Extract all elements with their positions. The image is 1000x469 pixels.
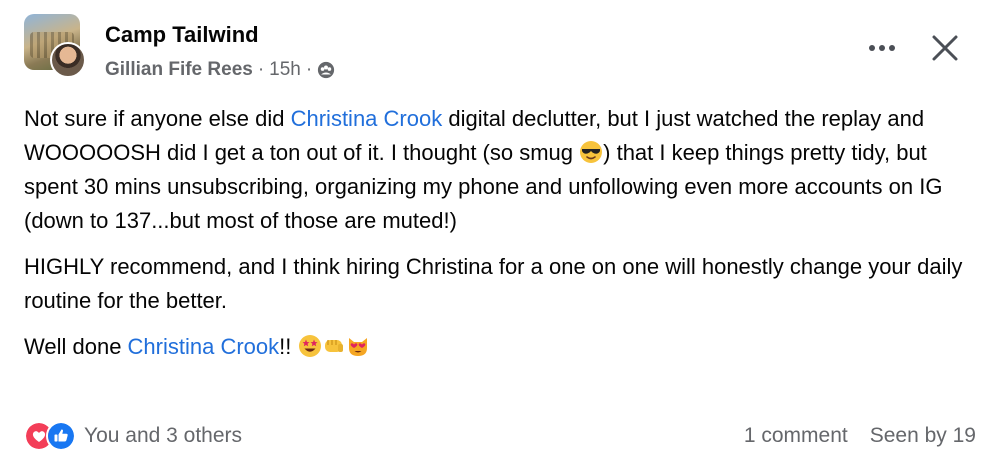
group-members-icon[interactable] [317, 61, 335, 79]
meta-separator: · [257, 59, 265, 80]
mention-christina-crook[interactable]: Christina Crook [291, 106, 443, 131]
post-meta: Gillian Fife Rees · 15h · [105, 59, 335, 81]
close-icon [932, 35, 958, 61]
author-avatar[interactable] [50, 42, 86, 78]
post-paragraph-1: Not sure if anyone else did Christina Cr… [24, 106, 943, 233]
more-options-icon [869, 45, 875, 51]
author-name-link[interactable]: Gillian Fife Rees [105, 59, 253, 81]
meta-separator: · [305, 59, 313, 80]
close-button[interactable] [925, 28, 965, 68]
more-options-button[interactable] [862, 32, 902, 64]
post-paragraph-2: HIGHLY recommend, and I think hiring Chr… [24, 254, 963, 313]
sunglasses-emoji [580, 141, 603, 163]
reactions-summary[interactable]: You and 3 others [24, 421, 242, 451]
heart-eyes-cat-emoji [348, 338, 367, 356]
like-reaction-icon [46, 421, 76, 451]
group-post: Camp Tailwind Gillian Fife Rees · 15h · … [0, 0, 1000, 469]
reactions-text[interactable]: You and 3 others [84, 424, 242, 448]
comment-count-link[interactable]: 1 comment [744, 424, 848, 448]
star-struck-emoji [298, 335, 321, 357]
fist-bump-emoji [324, 340, 343, 352]
post-avatar-stack[interactable] [24, 14, 86, 78]
seen-by-link[interactable]: Seen by 19 [870, 424, 976, 448]
post-body: Not sure if anyone else did Christina Cr… [24, 102, 979, 376]
group-name-link[interactable]: Camp Tailwind [105, 22, 259, 48]
post-timestamp[interactable]: 15h [269, 59, 301, 81]
post-footer: You and 3 others 1 comment Seen by 19 [24, 418, 976, 454]
mention-christina-crook[interactable]: Christina Crook [128, 334, 280, 359]
post-paragraph-3: Well done Christina Crook!! [24, 330, 979, 364]
